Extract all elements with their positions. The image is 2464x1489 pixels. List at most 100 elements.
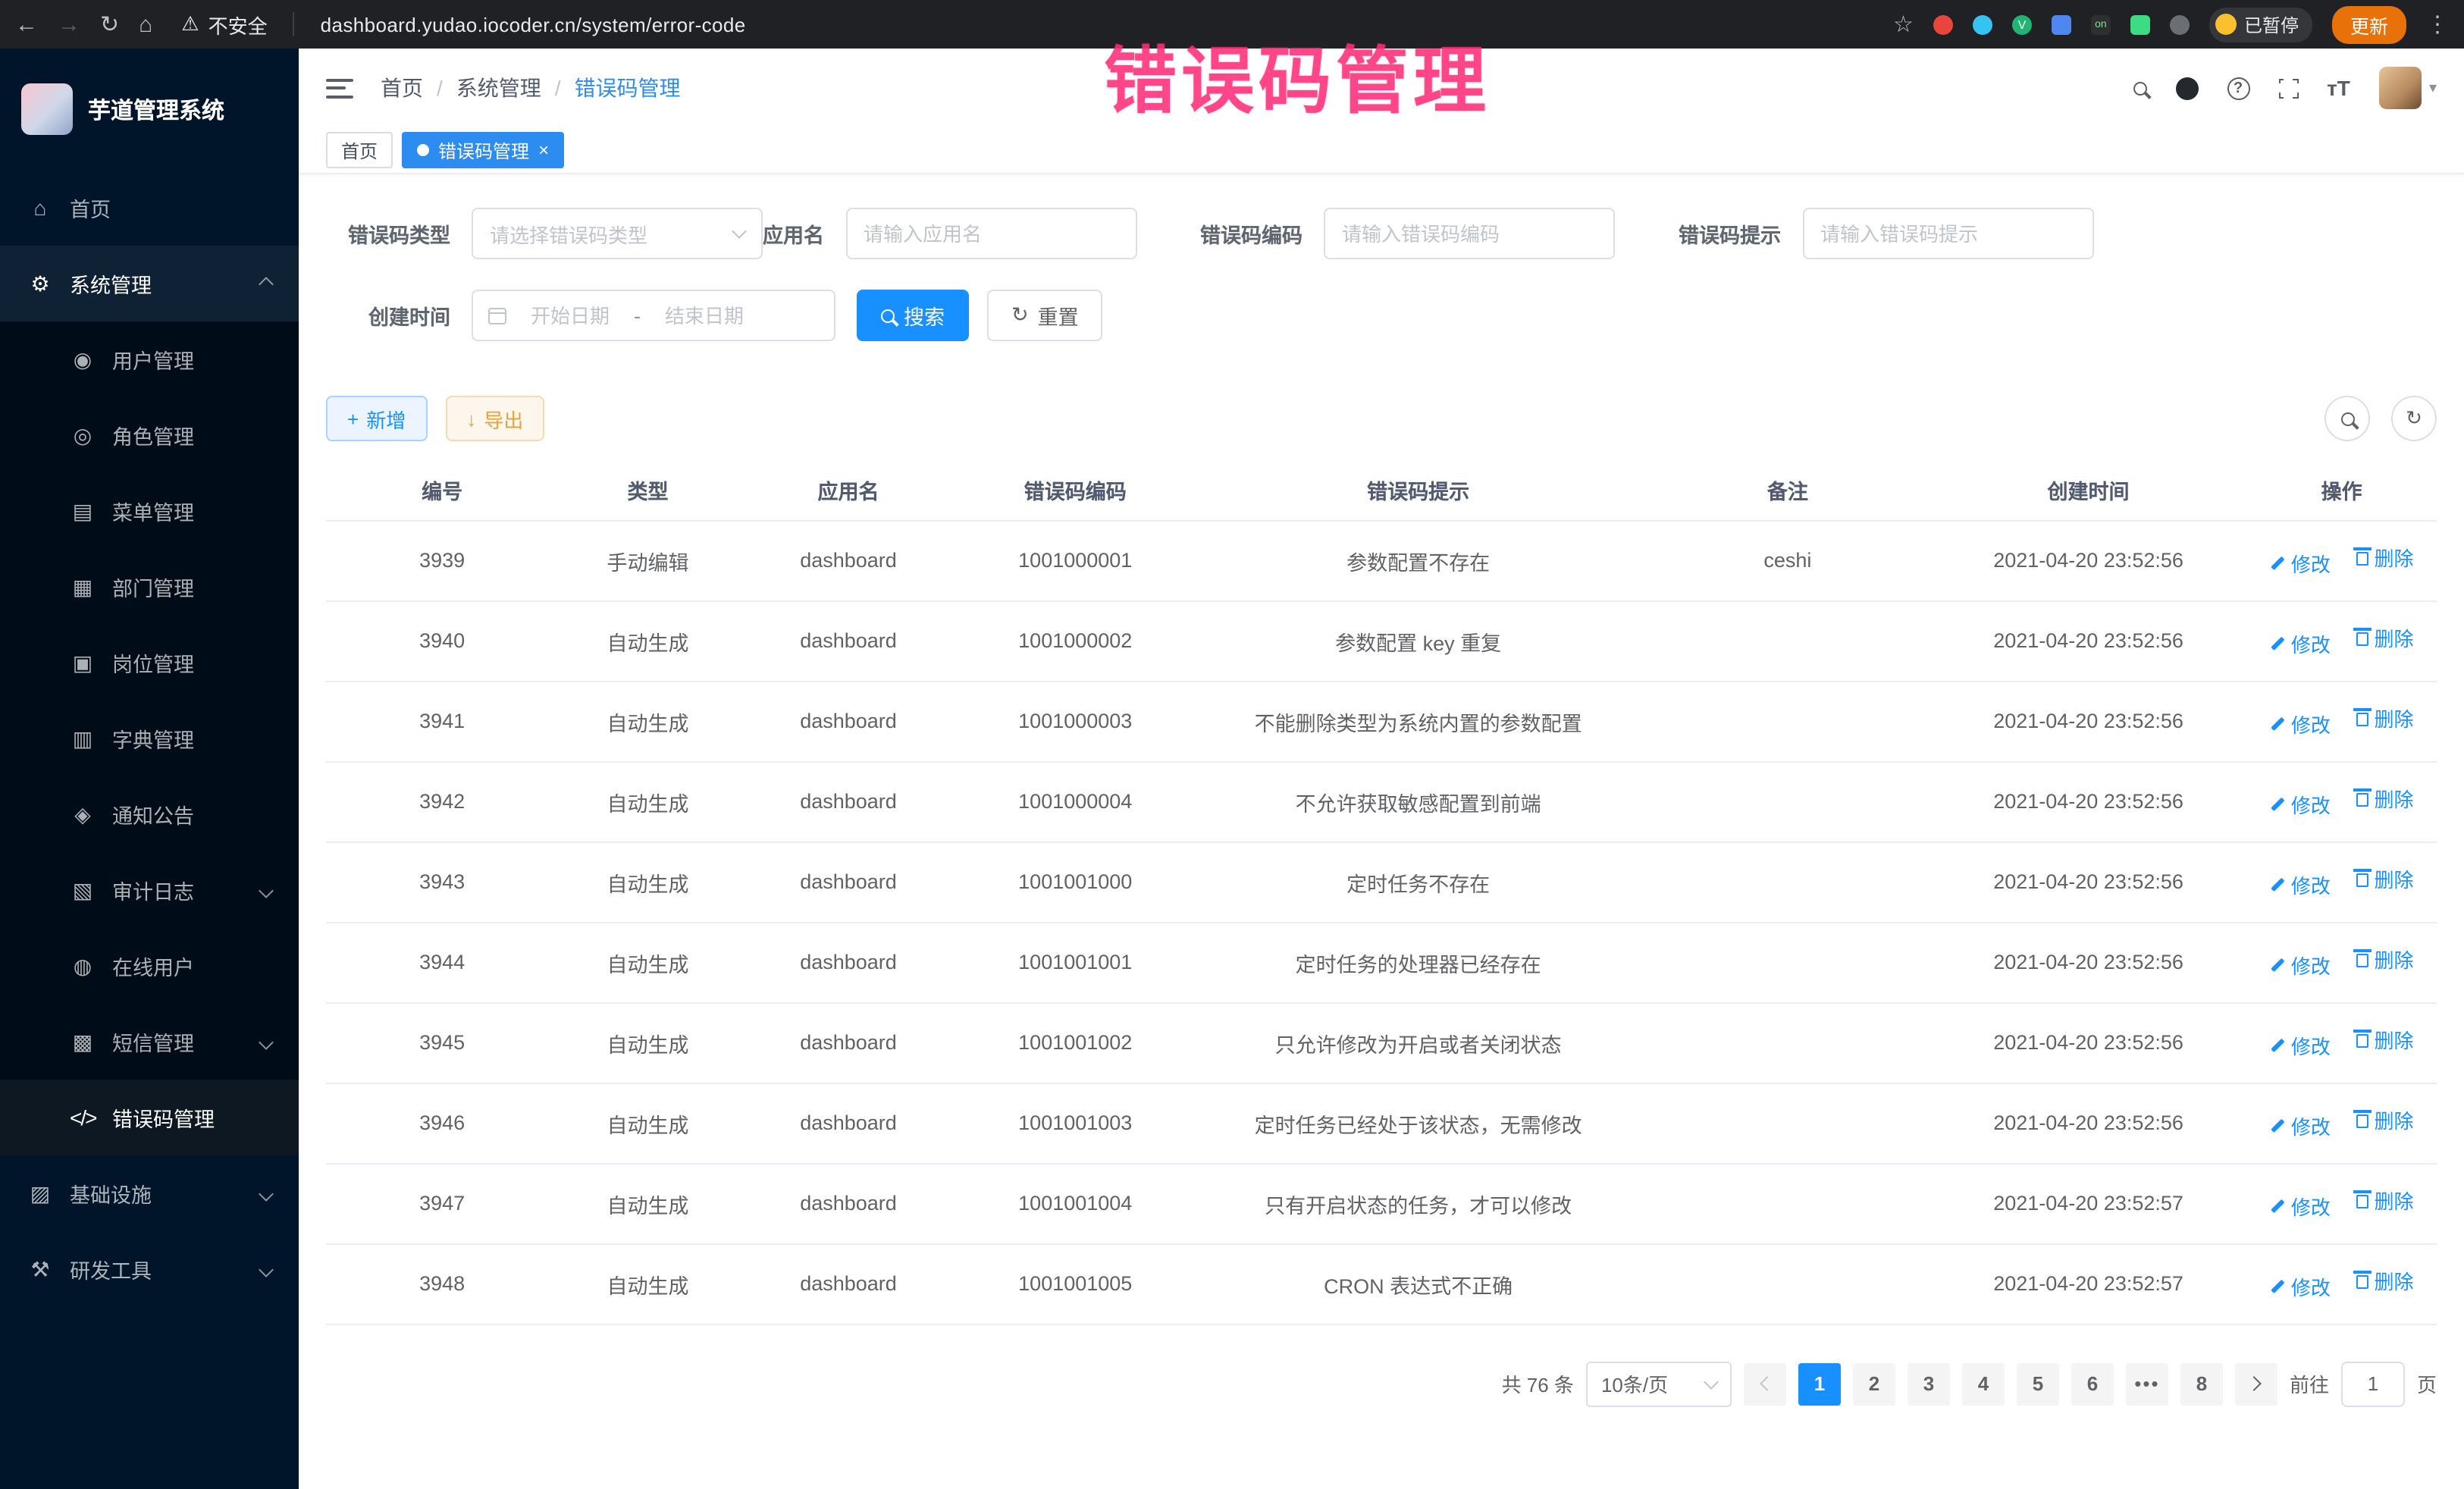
fullscreen-icon[interactable] (2278, 78, 2298, 98)
page-button[interactable]: 3 (1908, 1362, 1950, 1405)
github-icon[interactable] (2175, 77, 2198, 99)
sidebar-item-sms[interactable]: ▩ 短信管理 (0, 1004, 299, 1080)
delete-label: 删除 (2374, 864, 2413, 893)
edit-link[interactable]: 修改 (2270, 549, 2331, 578)
page-size-select[interactable]: 10条/页 (1586, 1361, 1732, 1406)
next-page-button[interactable] (2235, 1362, 2277, 1405)
extension-icon-teal[interactable] (1973, 14, 1992, 34)
sidebar-item-devtool[interactable]: ⚒ 研发工具 (0, 1231, 299, 1307)
tools-icon: ⚒ (27, 1256, 53, 1282)
home-button[interactable]: ⌂ (139, 11, 152, 37)
app-name-input[interactable] (864, 222, 1118, 245)
sidebar-item-role[interactable]: ◎ 角色管理 (0, 397, 299, 473)
goto-page-input[interactable] (2341, 1361, 2405, 1406)
page-button[interactable]: 4 (1962, 1362, 2005, 1405)
browser-menu-icon[interactable]: ⋮ (2426, 11, 2449, 38)
edit-link[interactable]: 修改 (2270, 1272, 2331, 1301)
edit-link[interactable]: 修改 (2270, 870, 2331, 899)
extension-icon-red[interactable] (1933, 14, 1953, 34)
app-logo-row[interactable]: 芋道管理系统 (0, 49, 299, 170)
sidebar-item-infra[interactable]: ▨ 基础设施 (0, 1155, 299, 1231)
bookmark-star-icon[interactable]: ☆ (1893, 11, 1914, 38)
edit-link[interactable]: 修改 (2270, 1192, 2331, 1221)
sidebar-item-audit[interactable]: ▧ 审计日志 (0, 852, 299, 928)
edit-link[interactable]: 修改 (2270, 790, 2331, 819)
page-button[interactable]: 2 (1853, 1362, 1895, 1405)
trash-icon (2356, 713, 2368, 726)
help-icon[interactable]: ? (2227, 77, 2249, 99)
sidebar-item-online[interactable]: ◍ 在线用户 (0, 928, 299, 1004)
sidebar-collapse-button[interactable] (326, 78, 353, 98)
sidebar-item-notice[interactable]: ◈ 通知公告 (0, 776, 299, 852)
page-ellipsis[interactable]: ••• (2126, 1362, 2168, 1405)
errcode-type-select[interactable]: 请选择错误码类型 (472, 208, 763, 259)
delete-link[interactable]: 删除 (2356, 1186, 2413, 1215)
sidebar-item-errcode[interactable]: </> 错误码管理 (0, 1080, 299, 1155)
page-button[interactable]: 8 (2180, 1362, 2223, 1405)
sidebar-item-home[interactable]: ⌂ 首页 (0, 170, 299, 246)
address-url[interactable]: dashboard.yudao.iocoder.cn/system/error-… (321, 13, 746, 36)
page-button[interactable]: 5 (2017, 1362, 2059, 1405)
refresh-button[interactable]: ↻ (2391, 396, 2437, 441)
security-indicator[interactable]: ⚠ 不安全 (172, 10, 267, 39)
reset-button-label: 重置 (1038, 300, 1079, 331)
close-icon[interactable]: × (538, 141, 549, 159)
edit-link[interactable]: 修改 (2270, 951, 2331, 980)
show-search-button[interactable] (2324, 396, 2370, 441)
delete-link[interactable]: 删除 (2356, 784, 2413, 813)
delete-link[interactable]: 删除 (2356, 704, 2413, 732)
start-date-input[interactable] (517, 304, 623, 327)
range-separator: - (634, 304, 641, 327)
page-button[interactable]: 1 (1798, 1362, 1841, 1405)
user-menu[interactable]: ▾ (2379, 67, 2437, 109)
reload-button[interactable]: ↻ (100, 11, 119, 38)
extension-icon-on-badge[interactable]: on (2091, 14, 2111, 34)
export-button[interactable]: ↓ 导出 (445, 396, 544, 441)
tab-home[interactable]: 首页 (326, 132, 393, 168)
delete-link[interactable]: 删除 (2356, 1105, 2413, 1134)
breadcrumb-system[interactable]: 系统管理 (456, 73, 541, 103)
extension-icon-green-v[interactable]: V (2012, 14, 2032, 34)
delete-link[interactable]: 删除 (2356, 543, 2413, 572)
edit-link[interactable]: 修改 (2270, 629, 2331, 658)
extension-emoji-icon (2215, 14, 2237, 35)
cell-id: 3942 (326, 761, 558, 842)
search-icon[interactable] (2133, 81, 2146, 95)
delete-link[interactable]: 删除 (2356, 623, 2413, 652)
delete-link[interactable]: 删除 (2356, 945, 2413, 973)
sidebar-item-post[interactable]: ▣ 岗位管理 (0, 625, 299, 701)
extension-icon-green[interactable] (2130, 14, 2150, 34)
add-button[interactable]: + 新增 (326, 396, 427, 441)
delete-link[interactable]: 删除 (2356, 1266, 2413, 1295)
date-range-picker[interactable]: - (472, 290, 835, 341)
end-date-input[interactable] (651, 304, 757, 327)
extension-icon-grid[interactable] (2052, 14, 2071, 34)
delete-link[interactable]: 删除 (2356, 1025, 2413, 1054)
prev-page-button[interactable] (1744, 1362, 1786, 1405)
tab-errcode[interactable]: 错误码管理 × (402, 132, 564, 168)
errcode-msg-input[interactable] (1820, 222, 2075, 245)
extension-icon-puzzle[interactable] (2170, 14, 2190, 34)
font-size-icon[interactable]: тT (2327, 76, 2350, 100)
sidebar-item-system[interactable]: ⚙ 系统管理 (0, 246, 299, 321)
sidebar-item-dept[interactable]: ▦ 部门管理 (0, 549, 299, 625)
edit-link[interactable]: 修改 (2270, 1111, 2331, 1140)
breadcrumb-home[interactable]: 首页 (381, 73, 423, 103)
page-button[interactable]: 6 (2071, 1362, 2114, 1405)
cell-type: 自动生成 (558, 842, 738, 922)
edit-link[interactable]: 修改 (2270, 710, 2331, 738)
forward-button[interactable]: → (58, 11, 80, 37)
delete-link[interactable]: 删除 (2356, 864, 2413, 893)
toolbar-right-actions: ↻ (2324, 396, 2437, 441)
edit-link[interactable]: 修改 (2270, 1031, 2331, 1060)
sidebar-item-dict[interactable]: ▥ 字典管理 (0, 701, 299, 776)
sidebar-item-user[interactable]: ◉ 用户管理 (0, 321, 299, 397)
search-button[interactable]: 搜索 (857, 290, 969, 341)
table-row: 3940 自动生成 dashboard 1001000002 参数配置 key … (326, 600, 2437, 681)
errcode-code-input[interactable] (1342, 222, 1597, 245)
reset-button[interactable]: ↻ 重置 (987, 290, 1103, 341)
paused-extension-badge[interactable]: 已暂停 (2209, 7, 2312, 42)
back-button[interactable]: ← (15, 11, 38, 37)
browser-update-button[interactable]: 更新 (2332, 5, 2406, 43)
sidebar-item-menu[interactable]: ▤ 菜单管理 (0, 473, 299, 549)
